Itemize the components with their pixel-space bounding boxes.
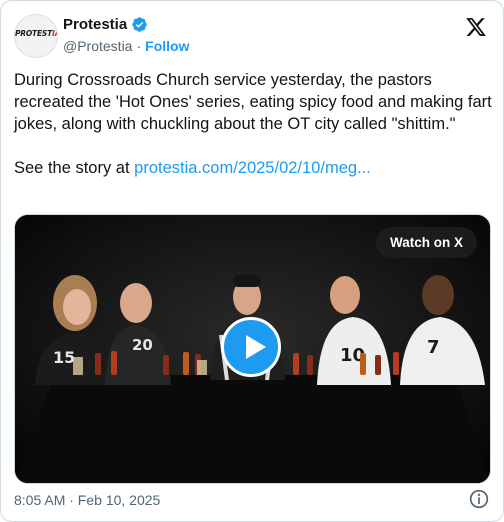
author-handle-row: @Protestia · Follow bbox=[63, 38, 189, 54]
story-link-prefix: See the story at bbox=[14, 159, 135, 177]
author-name-row: Protestia bbox=[63, 16, 148, 33]
video-media[interactable]: 15 20 10 7 Watch on X bbox=[14, 214, 491, 484]
tweet-card: PROTESTIA Protestia @Protestia · Follow … bbox=[0, 0, 504, 522]
avatar[interactable]: PROTESTIA bbox=[14, 14, 58, 58]
x-logo-icon[interactable] bbox=[465, 16, 487, 38]
tweet-body: During Crossroads Church service yesterd… bbox=[14, 71, 492, 133]
author-display-name[interactable]: Protestia bbox=[63, 16, 127, 33]
play-button-icon[interactable] bbox=[221, 317, 281, 377]
verified-badge-icon bbox=[132, 17, 147, 32]
separator-dot: · bbox=[136, 38, 142, 54]
follow-button[interactable]: Follow bbox=[145, 38, 189, 54]
tweet-text: During Crossroads Church service yesterd… bbox=[14, 69, 492, 179]
svg-text:15: 15 bbox=[53, 348, 75, 367]
watch-on-x-button[interactable]: Watch on X bbox=[376, 227, 477, 258]
svg-text:20: 20 bbox=[132, 336, 153, 354]
tweet-timestamp[interactable]: 8:05 AM · Feb 10, 2025 bbox=[14, 492, 160, 508]
story-link[interactable]: protestia.com/2025/02/10/meg... bbox=[134, 159, 371, 177]
info-icon[interactable] bbox=[469, 489, 489, 509]
author-handle[interactable]: @Protestia bbox=[63, 38, 132, 54]
avatar-logo: PROTESTIA bbox=[15, 29, 57, 38]
svg-text:7: 7 bbox=[427, 337, 440, 358]
